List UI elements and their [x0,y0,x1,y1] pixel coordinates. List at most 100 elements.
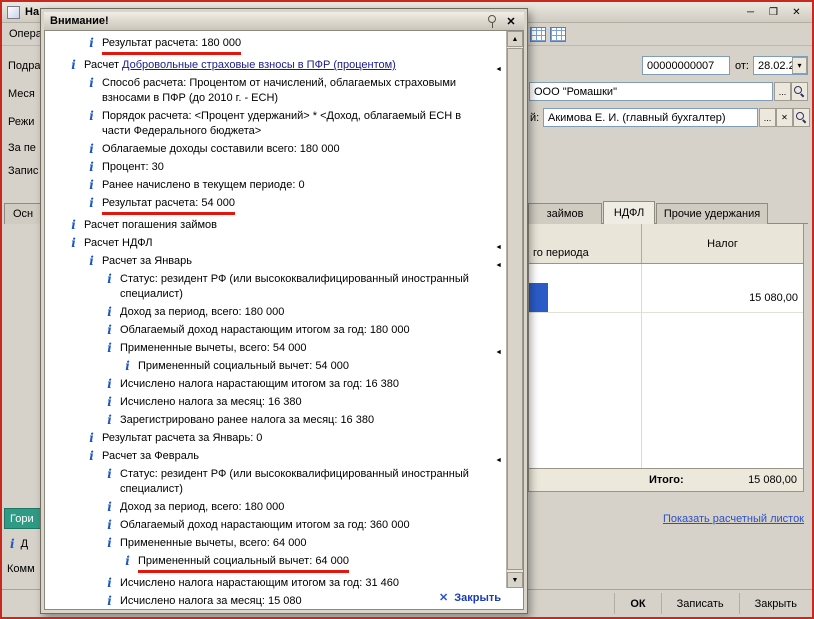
tree-item[interactable]: i Облагаемый доход нарастающим итогом за … [47,518,504,533]
pin-icon[interactable] [486,14,497,28]
tree-item[interactable]: i Порядок расчета: <Процент удержаний> * … [47,109,504,139]
info-icon: i [71,58,76,72]
horizontal-button[interactable]: Гори [4,508,45,529]
doc-number-field[interactable]: 00000000007 [642,56,730,75]
tree-item-text: Примененный социальный вычет: 54 000 [138,360,349,372]
tree-item[interactable]: i Исчислено налога за месяц: 16 380 [47,395,504,410]
tree-item[interactable]: i Расчет за Февраль ◄ [47,449,504,464]
table-total-row: Итого: 15 080,00 [528,468,804,492]
info-icon: i [10,537,15,551]
info-icon: i [89,178,94,192]
collapse-marker-icon[interactable]: ◄ [495,240,502,255]
info-icon: i [107,518,112,532]
tree-item[interactable]: i Облагаемый доход нарастающим итогом за … [47,323,504,338]
tree-item[interactable]: i Примененные вычеты, всего: 64 000 [47,536,504,551]
scroll-down-button[interactable]: ▼ [507,572,523,588]
tree-item[interactable]: i Ранее начислено в текущем периоде: 0 [47,178,504,193]
dialog-close-button[interactable]: ✕ [504,15,518,28]
tree-item-text: Исчислено налога нарастающим итогом за г… [120,577,399,589]
tree-item-text: Расчет погашения займов [84,219,218,231]
tax-cell-value: 15 080,00 [749,292,798,304]
selected-cell[interactable] [529,283,548,312]
info-icon: i [125,359,130,373]
tree-item[interactable]: i Расчет погашения займов [47,218,504,233]
tree-item-text: Облагаемый доход нарастающим итогом за г… [120,324,410,336]
info-icon: i [107,594,112,608]
close-button[interactable]: ✕ [787,4,806,20]
show-payslip-link[interactable]: Показать расчетный листок [642,513,804,525]
collapse-marker-icon[interactable]: ◄ [495,62,502,77]
tree-item-text: Примененные вычеты, всего: 54 000 [120,342,307,354]
table-grid-icon[interactable] [530,27,546,42]
row-divider [529,312,803,313]
responsible-clear-button[interactable]: ✕ [776,108,793,127]
maximize-button[interactable]: ❒ [764,4,783,20]
info-icon: i [107,576,112,590]
magnifier-icon [794,86,805,97]
info-icon: i [89,254,94,268]
tree-item[interactable]: i Расчет Добровольные страховые взносы в … [47,58,504,73]
responsible-choose-button[interactable]: ... [759,108,776,127]
tree-item[interactable]: i Облагаемые доходы составили всего: 180 … [47,142,504,157]
tree-item[interactable]: i Исчислено налога нарастающим итогом за … [47,377,504,392]
scrollbar-thumb[interactable] [507,48,523,570]
dialog-close-link[interactable]: ✕ Закрыть [429,591,501,604]
tree-item-link[interactable]: Добровольные страховые взносы в ПФР (про… [122,59,396,71]
tree-item-text: Примененный социальный вычет: 64 000 [138,554,349,573]
toolbar [530,27,566,42]
tree-item[interactable]: i Статус: резидент РФ (или высококвалифиц… [47,467,504,497]
table-grid-icon[interactable] [550,27,566,42]
arrow-up-icon: ▲ [511,35,519,43]
tree-item[interactable]: i Примененные вычеты, всего: 54 000 ◄ [47,341,504,356]
organization-field[interactable]: ООО "Ромашки" [529,82,773,101]
tree-item[interactable]: i Результат расчета: 54 000 [47,196,504,215]
scroll-up-button[interactable]: ▲ [507,31,523,47]
screen: На ─ ❒ ✕ Опера Подраз Меся Режи За пе За… [0,0,814,619]
tree-item-text: Доход за период, всего: 180 000 [120,501,285,513]
tab-ndfl[interactable]: НДФЛ [603,201,655,224]
tree-item[interactable]: i Примененный социальный вычет: 64 000 [47,554,504,573]
label-record: Запис [8,165,39,177]
tab-loans[interactable]: займов [528,203,602,224]
doc-number-value: 00000000007 [647,59,715,72]
write-button[interactable]: Записать [662,590,739,617]
close-form-button[interactable]: Закрыть [740,590,812,617]
tree-item[interactable]: i Исчислено налога нарастающим итогом за … [47,576,504,591]
responsible-field[interactable]: Акимова Е. И. (главный бухгалтер) [543,108,758,127]
tree-item[interactable]: i Примененный социальный вычет: 54 000 [47,359,504,374]
info-icon: i [107,395,112,409]
tab-other-deductions[interactable]: Прочие удержания [656,203,768,224]
close-form-button-label: Закрыть [754,597,797,610]
vertical-scrollbar[interactable]: ▲ ▼ [506,31,523,588]
tree-item[interactable]: i Способ расчета: Процентом от начислений… [47,76,504,106]
tree-item[interactable]: i Статус: резидент РФ (или высококвалифиц… [47,272,504,302]
tree-item[interactable]: i Результат расчета: 180 000 [47,36,504,55]
collapse-marker-icon[interactable]: ◄ [495,345,502,360]
date-dropdown-button[interactable]: ▾ [792,57,807,74]
tree-item[interactable]: i Результат расчета за Январь: 0 [47,431,504,446]
organization-choose-button[interactable]: ... [774,82,791,101]
tree-item[interactable]: i Расчет за Январь ◄ [47,254,504,269]
collapse-marker-icon[interactable]: ◄ [495,258,502,273]
dialog-titlebar[interactable]: Внимание! ✕ [44,12,524,30]
menu-item-operations[interactable]: Опера [9,28,42,40]
tree-item[interactable]: i Зарегистрировано ранее налога за месяц:… [47,413,504,428]
clear-icon: ✕ [781,113,788,122]
tree-item-text: Порядок расчета: <Процент удержаний> * <… [102,110,462,137]
tree-item[interactable]: i Доход за период, всего: 180 000 [47,305,504,320]
minimize-button[interactable]: ─ [741,4,760,20]
info-icon: i [107,467,112,481]
tree-item-text: Процент: 30 [102,161,164,173]
table-body[interactable]: 15 080,00 [528,264,804,468]
close-x-icon: ✕ [439,592,449,604]
tree-item[interactable]: i Доход за период, всего: 180 000 [47,500,504,515]
tab-main-accruals[interactable]: Осн [4,203,44,224]
ok-button-label: ОК [630,597,646,610]
total-value: 15 080,00 [748,474,797,486]
ok-button[interactable]: ОК [615,590,660,617]
tree-item[interactable]: i Процент: 30 [47,160,504,175]
tree-item[interactable]: i Расчет НДФЛ ◄ [47,236,504,251]
responsible-find-button[interactable] [793,108,810,127]
organization-find-button[interactable] [791,82,808,101]
collapse-marker-icon[interactable]: ◄ [495,453,502,468]
